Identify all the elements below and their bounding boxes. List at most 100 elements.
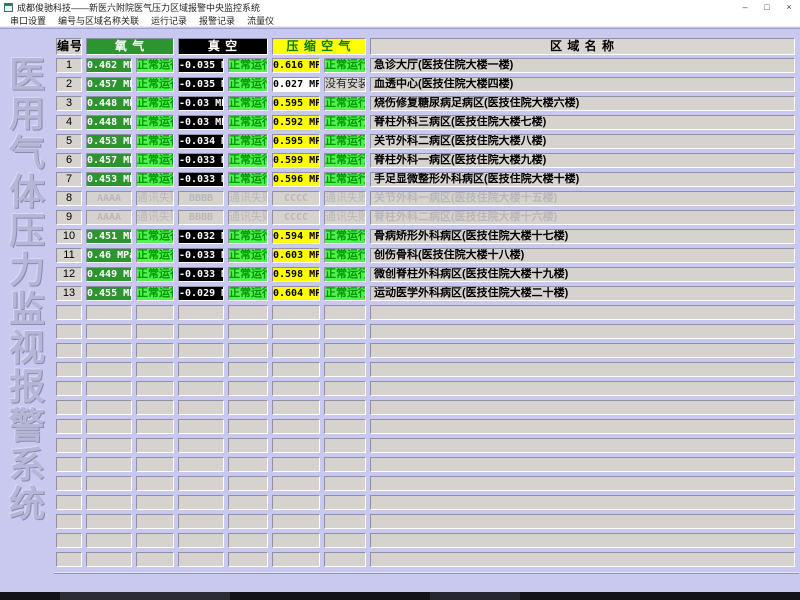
oxygen-status-cell (136, 552, 174, 567)
compressed-air-value-cell (272, 457, 320, 472)
oxygen-status-cell (136, 495, 174, 510)
row-number-cell (56, 495, 82, 510)
vacuum-value-cell: BBBB (178, 191, 224, 206)
oxygen-status-cell: 正常运行 (136, 77, 174, 92)
oxygen-status-cell: 通讯失败 (136, 210, 174, 225)
oxygen-value-cell: 0.448 MPa (86, 96, 132, 111)
vacuum-status-cell: 通讯失败 (228, 210, 268, 225)
region-name-cell (370, 495, 795, 510)
table-row-empty (56, 400, 795, 415)
compressed-air-status-cell (324, 457, 366, 472)
region-name-cell (370, 533, 795, 548)
vacuum-status-cell: 正常运行 (228, 134, 268, 149)
table-row-empty (56, 305, 795, 320)
vacuum-value-cell (178, 324, 224, 339)
oxygen-value-cell (86, 343, 132, 358)
menu-item-1[interactable]: 编号与区域名称关联 (52, 14, 145, 27)
compressed-air-status-cell (324, 381, 366, 396)
monitor-table: 编号 氧 气 真 空 压 缩 空 气 区 域 名 称 10.462 MPa正常运… (56, 38, 795, 571)
maximize-button[interactable]: □ (756, 0, 778, 14)
compressed-air-value-cell (272, 324, 320, 339)
vacuum-status-cell (228, 495, 268, 510)
vacuum-status-cell: 正常运行 (228, 229, 268, 244)
region-name-cell (370, 305, 795, 320)
oxygen-value-cell (86, 305, 132, 320)
compressed-air-value-cell: 0.596 MPa (272, 172, 320, 187)
region-name-cell (370, 400, 795, 415)
vacuum-status-cell: 正常运行 (228, 153, 268, 168)
vacuum-status-cell: 正常运行 (228, 77, 268, 92)
compressed-air-value-cell: 0.599 MPa (272, 153, 320, 168)
oxygen-value-cell: 0.457 MPa (86, 77, 132, 92)
oxygen-status-cell: 正常运行 (136, 172, 174, 187)
region-name-cell: 关节外科二病区(医技住院大楼八楼) (370, 134, 795, 149)
compressed-air-status-cell: 正常运行 (324, 172, 366, 187)
compressed-air-status-cell: 正常运行 (324, 96, 366, 111)
row-number-cell (56, 419, 82, 434)
table-row: 60.457 MPa正常运行-0.033 MPa正常运行0.599 MPa正常运… (56, 153, 795, 168)
table-row: 50.453 MPa正常运行-0.034 MPa正常运行0.595 MPa正常运… (56, 134, 795, 149)
region-name-cell: 血透中心(医技住院大楼四楼) (370, 77, 795, 92)
region-name-cell (370, 514, 795, 529)
sidebar-title-char: 气 (0, 133, 54, 172)
oxygen-value-cell: 0.451 MPa (86, 229, 132, 244)
table-row: 10.462 MPa正常运行-0.035 MPa正常运行0.616 MPa正常运… (56, 58, 795, 73)
oxygen-value-cell: 0.449 MPa (86, 267, 132, 282)
table-body: 10.462 MPa正常运行-0.035 MPa正常运行0.616 MPa正常运… (56, 58, 795, 567)
row-number-cell (56, 476, 82, 491)
compressed-air-value-cell: 0.595 MPa (272, 96, 320, 111)
menu-item-4[interactable]: 流量仪 (241, 14, 280, 27)
compressed-air-status-cell: 正常运行 (324, 286, 366, 301)
table-row: 120.449 MPa正常运行-0.033 MPa正常运行0.598 MPa正常… (56, 267, 795, 282)
region-name-cell (370, 362, 795, 377)
vacuum-value-cell (178, 552, 224, 567)
compressed-air-status-cell (324, 514, 366, 529)
oxygen-value-cell (86, 362, 132, 377)
oxygen-status-cell (136, 438, 174, 453)
menu-item-0[interactable]: 串口设置 (4, 14, 52, 27)
compressed-air-value-cell (272, 362, 320, 377)
row-number-cell (56, 400, 82, 415)
row-number-cell (56, 362, 82, 377)
compressed-air-value-cell: 0.027 MPa (272, 77, 320, 92)
table-row: 130.455 MPa正常运行-0.029 MPa正常运行0.604 MPa正常… (56, 286, 795, 301)
close-button[interactable]: × (778, 0, 800, 14)
oxygen-value-cell (86, 324, 132, 339)
region-name-cell (370, 324, 795, 339)
compressed-air-status-cell (324, 552, 366, 567)
vacuum-status-cell: 正常运行 (228, 172, 268, 187)
compressed-air-value-cell (272, 381, 320, 396)
header-compressed-air: 压 缩 空 气 (272, 38, 366, 55)
region-name-cell: 脊柱外科三病区(医技住院大楼七楼) (370, 115, 795, 130)
row-number-cell (56, 438, 82, 453)
row-number-cell: 4 (56, 115, 82, 130)
vacuum-value-cell: -0.029 MPa (178, 286, 224, 301)
row-number-cell (56, 381, 82, 396)
region-name-cell: 微创脊柱外科病区(医技住院大楼十九楼) (370, 267, 795, 282)
oxygen-value-cell: 0.455 MPa (86, 286, 132, 301)
region-name-cell: 手足显微整形外科病区(医技住院大楼十楼) (370, 172, 795, 187)
compressed-air-value-cell (272, 438, 320, 453)
region-name-cell (370, 438, 795, 453)
vacuum-value-cell (178, 419, 224, 434)
vacuum-value-cell: -0.03 MPa (178, 115, 224, 130)
sidebar-title-char: 视 (0, 328, 54, 367)
sidebar-title-char: 医 (0, 55, 54, 94)
menu-item-3[interactable]: 报警记录 (193, 14, 241, 27)
table-row-empty (56, 343, 795, 358)
header-oxygen: 氧 气 (86, 38, 174, 55)
vacuum-status-cell: 正常运行 (228, 115, 268, 130)
vacuum-value-cell: -0.033 MPa (178, 248, 224, 263)
compressed-air-value-cell (272, 419, 320, 434)
vacuum-status-cell (228, 343, 268, 358)
table-row: 110.46 MPa正常运行-0.033 MPa正常运行0.603 MPa正常运… (56, 248, 795, 263)
minimize-button[interactable]: – (734, 0, 756, 14)
oxygen-status-cell (136, 362, 174, 377)
sidebar-title-char: 报 (0, 367, 54, 406)
compressed-air-status-cell: 通讯失败 (324, 210, 366, 225)
menu-item-2[interactable]: 运行记录 (145, 14, 193, 27)
vacuum-status-cell (228, 533, 268, 548)
row-number-cell: 3 (56, 96, 82, 111)
compressed-air-value-cell (272, 514, 320, 529)
compressed-air-status-cell (324, 400, 366, 415)
